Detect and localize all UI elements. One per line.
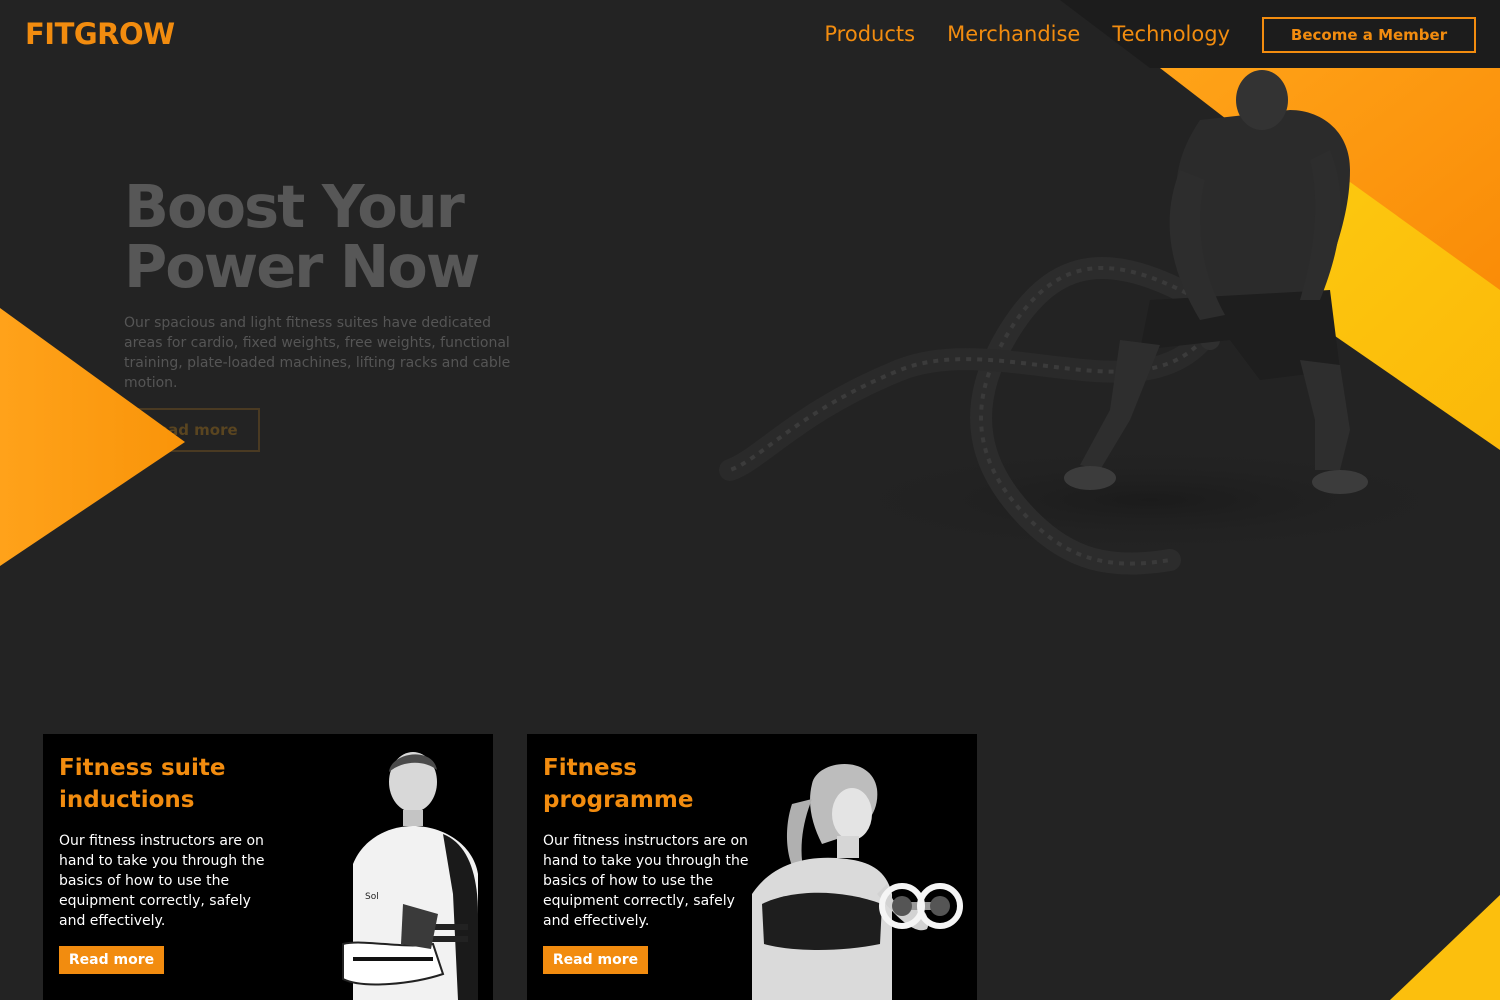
card-text: Our fitness instructors are on hand to t… — [59, 833, 265, 929]
site-header: FITGROW Products Merchandise Technology … — [0, 0, 1500, 70]
card-fitness-programme: Fitness programme Our fitness instructor… — [527, 734, 977, 1000]
hero-section: Boost Your Power Now Our spacious and li… — [0, 0, 1500, 630]
main-nav: Products Merchandise Technology — [824, 22, 1230, 46]
nav-products[interactable]: Products — [824, 22, 915, 46]
left-orange-triangle — [0, 308, 185, 566]
card-fitness-suite-inductions: Fitness suite inductions Our fitness ins… — [43, 734, 493, 1000]
card-title: Fitness programme — [543, 755, 694, 813]
card-read-more-button[interactable]: Read more — [59, 946, 164, 974]
card-read-more-button[interactable]: Read more — [543, 946, 648, 974]
nav-merchandise[interactable]: Merchandise — [947, 22, 1080, 46]
bottom-right-yellow-triangle — [1390, 895, 1500, 1000]
card-text: Our fitness instructors are on hand to t… — [543, 833, 749, 929]
nav-technology[interactable]: Technology — [1112, 22, 1230, 46]
man-holding-sneakers-photo: Sol — [342, 752, 478, 1000]
become-member-button[interactable]: Become a Member — [1262, 17, 1476, 53]
card-title: Fitness suite inductions — [59, 755, 226, 813]
brand-logo[interactable]: FITGROW — [25, 17, 175, 51]
woman-lifting-dumbbell-photo — [752, 764, 963, 1000]
svg-text:Sol: Sol — [365, 892, 379, 902]
